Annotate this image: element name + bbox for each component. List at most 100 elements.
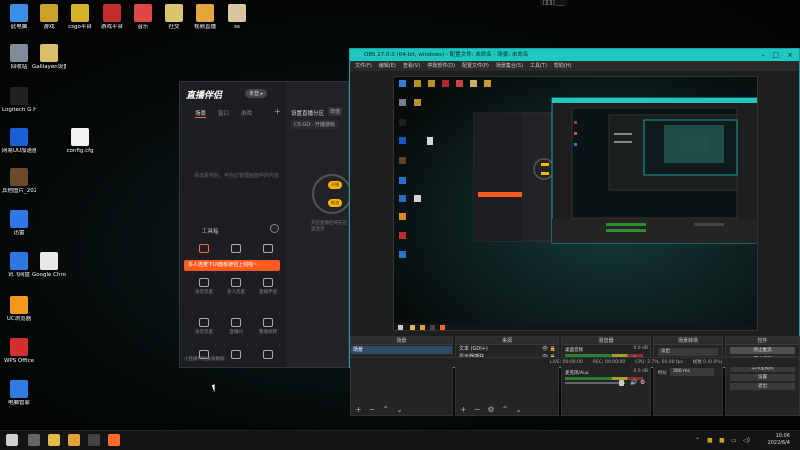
menu-docks[interactable]: 停靠部件(D) — [427, 61, 455, 71]
game-selector[interactable]: CS:GO · 开播游戏 — [291, 120, 338, 129]
tool-multi[interactable]: 多人连麦 — [220, 278, 252, 295]
volume-slider-handle[interactable] — [619, 380, 624, 386]
move-up-icon[interactable]: ⌃ — [502, 405, 509, 415]
stop-streaming-button[interactable]: 停止推流 — [730, 347, 795, 354]
obs-preview-canvas[interactable] — [393, 76, 758, 331]
move-down-icon[interactable]: ⌄ — [515, 405, 522, 415]
tab-game[interactable]: 游戏 — [241, 109, 252, 118]
start-button-icon[interactable] — [6, 434, 18, 446]
video-icon — [263, 318, 273, 327]
desktop-icon[interactable]: 讯飞网盘 — [2, 252, 36, 279]
channel-name: 麦克风/Aux — [565, 371, 589, 376]
menu-help[interactable]: 帮助(H) — [554, 61, 572, 71]
search-button-icon[interactable] — [28, 434, 40, 446]
minimize-icon[interactable]: – — [762, 49, 766, 61]
tray-app-icon[interactable]: ■ — [719, 437, 725, 444]
clock[interactable]: 10:06 2022/6/4 — [768, 433, 790, 447]
menu-file[interactable]: 文件(F) — [355, 61, 372, 71]
desktop-icon[interactable]: 网易UU加速器 — [2, 128, 36, 155]
tray-chevron-icon[interactable]: ⌃ — [695, 437, 700, 444]
move-up-icon[interactable]: ⌃ — [382, 405, 389, 415]
tool-companion[interactable]: 直播伴侣 — [252, 278, 284, 295]
remove-source-icon[interactable]: − — [474, 405, 481, 415]
volume-icon[interactable]: ◁) — [743, 437, 750, 444]
desktop-icon-label: Galilayen设置视频 — [32, 64, 66, 70]
desktop-icon[interactable]: 迅雷 — [2, 210, 36, 237]
tab-window[interactable]: 窗口 — [218, 109, 229, 118]
desktop-icon-label: 迅雷 — [13, 230, 25, 236]
app-icon — [228, 4, 246, 22]
network-icon[interactable]: ▭ — [731, 437, 737, 444]
cpu-fps: CPU: 2.7%, 60.00 fps — [635, 360, 683, 365]
add-source-icon[interactable]: + — [460, 405, 467, 415]
desktop-icon-label: 音乐 — [137, 24, 149, 30]
tab-scene[interactable]: 场景 — [195, 109, 207, 118]
login-badge[interactable]: 未登 ▸ — [245, 89, 268, 98]
livestream-companion-window[interactable]: 直播伴侣 未登 ▸ 场景 窗口 游戏 + 添加素材后，可在此管理画面中的内容 工… — [179, 81, 352, 368]
tool-voice-2[interactable]: 语音连麦 — [188, 318, 220, 335]
clock-time: 10:06 — [775, 433, 790, 439]
start-live-pill[interactable]: 开播 — [328, 181, 342, 189]
obs-app-icon[interactable] — [88, 434, 100, 446]
desktop-icon[interactable]: Galilayen设置视频 — [32, 44, 66, 71]
add-scene-icon[interactable]: + — [355, 405, 362, 415]
tool-more-3[interactable] — [252, 350, 284, 361]
help-icon[interactable]: … — [270, 224, 279, 233]
tray-app-icon[interactable]: ■ — [707, 437, 713, 444]
push-stream-pill[interactable]: 推流 — [328, 199, 342, 207]
desktop-icon[interactable]: Google Chrome — [32, 252, 66, 279]
tool-video[interactable]: 整理视频 — [252, 318, 284, 335]
tool-lucky[interactable] — [252, 244, 284, 255]
desktop-icon[interactable]: 回收站 — [2, 44, 36, 71]
menu-profile[interactable]: 配置文件(P) — [462, 61, 489, 71]
menu-view[interactable]: 查看(V) — [403, 61, 420, 71]
scenes-dock: 场景 场景 + − ⌃ ⌄ — [350, 336, 453, 416]
rec-timer: REC: 00:00:00 — [592, 360, 626, 365]
add-source-icon[interactable]: + — [274, 107, 281, 116]
source-item[interactable]: 文本 (GDI+) 👁 🔒 — [456, 345, 558, 353]
desktop-icon[interactable]: WPS Office — [2, 338, 36, 365]
desktop-icon[interactable]: 游戏 — [32, 4, 66, 31]
feature-banner[interactable]: 多人连麦下UI面板按钮上线啦~ — [184, 260, 280, 271]
menu-edit[interactable]: 编辑(E) — [379, 61, 396, 71]
remove-scene-icon[interactable]: − — [369, 405, 376, 415]
desktop-icon[interactable]: 视频直播 — [188, 4, 222, 31]
desktop-icon[interactable]: UC浏览器 — [2, 296, 36, 323]
transition-select[interactable]: 淡出 — [658, 348, 718, 356]
menu-tools[interactable]: 工具(T) — [530, 61, 547, 71]
volume-slider[interactable] — [565, 382, 625, 384]
visibility-lock-icons[interactable]: 👁 🔒 — [542, 345, 556, 353]
gear-icon[interactable]: ⚙ — [640, 379, 645, 386]
menu-scene-collection[interactable]: 场景集合(S) — [496, 61, 523, 71]
desktop-icon[interactable]: 其他图片_20211122... — [2, 168, 36, 195]
exit-button[interactable]: 退出 — [730, 383, 795, 390]
tool-room[interactable]: 直播间 — [220, 318, 252, 335]
close-icon[interactable]: × — [787, 49, 793, 61]
desktop-icon[interactable]: Logitech G HUB — [2, 87, 36, 114]
desktop-icon[interactable]: 电脑管家 — [2, 380, 36, 407]
desktop-icon[interactable]: config.cfg — [63, 128, 97, 155]
file-explorer-icon[interactable] — [48, 434, 60, 446]
tool-voice[interactable]: 语音连麦 — [188, 278, 220, 295]
desktop-icon[interactable]: 游戏平台 — [95, 4, 129, 31]
desktop-icon[interactable]: 社交 — [157, 4, 191, 31]
desktop-icon[interactable]: csgo平台 — [63, 4, 97, 31]
settings-button[interactable]: 设置 — [730, 374, 795, 381]
browser-icon[interactable] — [68, 434, 80, 446]
category-tag[interactable]: 增值 — [328, 107, 343, 116]
speaker-icon[interactable]: 🔊 — [630, 379, 637, 386]
app-icon — [10, 168, 28, 186]
tool-user[interactable] — [220, 244, 252, 255]
move-down-icon[interactable]: ⌄ — [396, 405, 403, 415]
tool-record[interactable] — [188, 244, 220, 255]
desktop-icon[interactable]: 音乐 — [126, 4, 160, 31]
desktop-icon[interactable]: 此电脑 — [2, 4, 36, 31]
obs-window[interactable]: OBS 27.0.0 (64-bit, windows) - 配置文件: 未命名… — [349, 48, 800, 416]
maximize-icon[interactable]: □ — [772, 49, 779, 61]
livestream-app-icon[interactable] — [108, 434, 120, 446]
obs-titlebar[interactable]: OBS 27.0.0 (64-bit, windows) - 配置文件: 未命名… — [350, 49, 799, 61]
scene-item[interactable]: 场景 — [351, 346, 452, 354]
duration-input[interactable]: 300 ms — [670, 368, 714, 376]
settings-icon[interactable]: ⚙ — [487, 405, 494, 415]
desktop-icon[interactable]: ss — [220, 4, 254, 31]
